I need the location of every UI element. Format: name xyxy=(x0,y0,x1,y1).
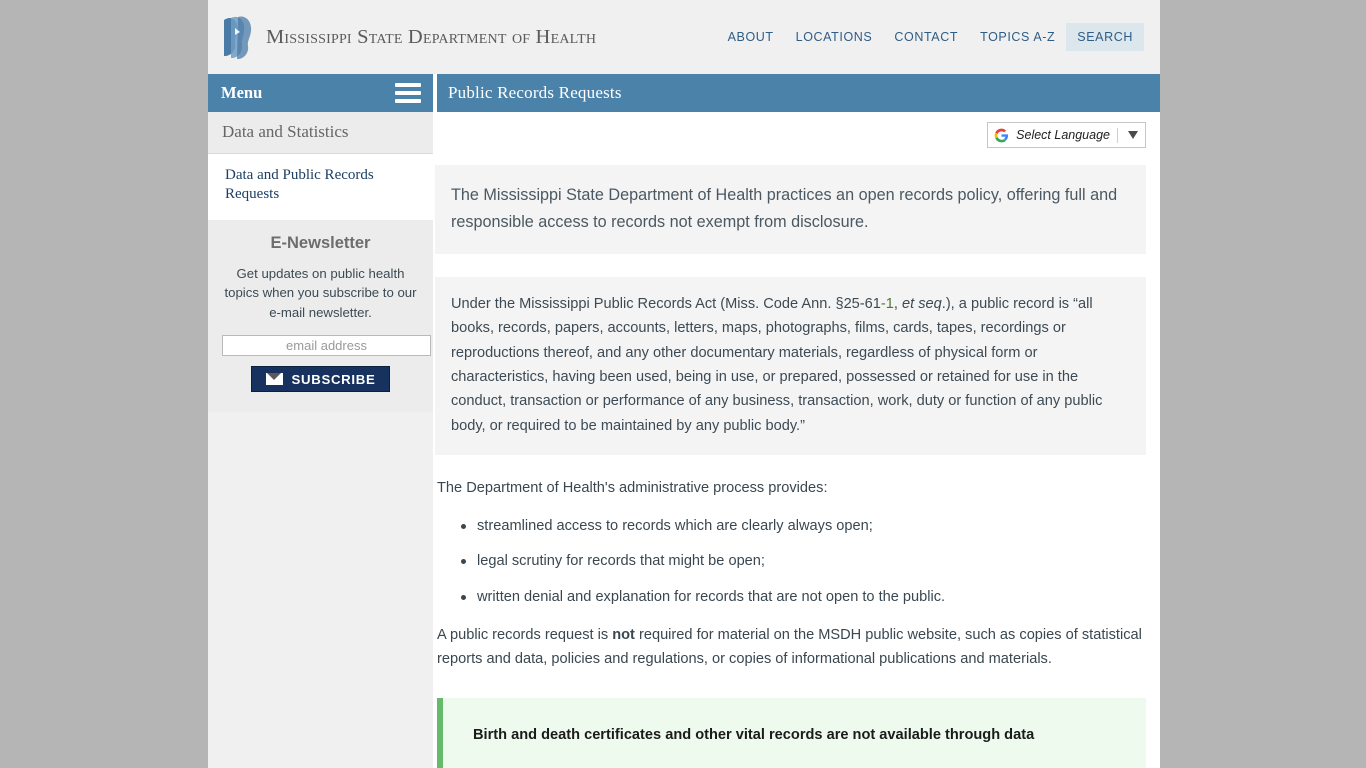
list-item: streamlined access to records which are … xyxy=(461,515,1146,538)
site-header: Mississippi State Department of Health A… xyxy=(208,0,1160,74)
sidebar: Menu Data and Statistics Data and Public… xyxy=(208,74,433,768)
page-container: Mississippi State Department of Health A… xyxy=(208,0,1160,768)
newsletter-heading: E-Newsletter xyxy=(270,233,371,252)
sidebar-link-list: Data and Public Records Requests xyxy=(208,154,433,220)
callout-text: Birth and death certificates and other v… xyxy=(473,726,1035,743)
top-navigation: ABOUT LOCATIONS CONTACT TOPICS A-Z SEARC… xyxy=(717,23,1144,51)
list-item: legal scrutiny for records that might be… xyxy=(461,550,1146,573)
statute-code-link[interactable]: -1 xyxy=(881,296,894,312)
nav-item-about[interactable]: ABOUT xyxy=(717,23,785,51)
nav-item-contact[interactable]: CONTACT xyxy=(883,23,969,51)
page-title: Public Records Requests xyxy=(448,83,622,102)
sidebar-section-data-and-statistics: Data and Statistics xyxy=(208,112,433,154)
subscribe-button-label: SUBSCRIBE xyxy=(291,371,376,387)
statute-text-before-link: Under the Mississippi Public Records Act… xyxy=(451,295,881,312)
statute-text-after-link: .), a public record is “all books, recor… xyxy=(451,295,1103,434)
statute-comma: , xyxy=(893,295,902,312)
notice-paragraph: A public records request is not required… xyxy=(435,624,1146,671)
envelope-icon xyxy=(265,373,283,386)
translate-separator xyxy=(1117,127,1118,143)
statute-blockquote: Under the Mississippi Public Records Act… xyxy=(435,276,1146,455)
site-title: Mississippi State Department of Health xyxy=(266,25,597,48)
google-translate-widget[interactable]: Select Language xyxy=(987,122,1146,148)
sidebar-menu-label: Menu xyxy=(221,83,263,102)
site-logo[interactable]: Mississippi State Department of Health xyxy=(222,14,596,60)
notice-bold-not: not xyxy=(612,627,635,644)
subscribe-button[interactable]: SUBSCRIBE xyxy=(250,366,391,393)
newsletter-signup: E-Newsletter Get updates on public healt… xyxy=(208,219,433,413)
msdh-profiles-logo-icon xyxy=(224,16,252,59)
article-content: The Mississippi State Department of Heal… xyxy=(433,148,1160,768)
lead-paragraph: The Mississippi State Department of Heal… xyxy=(435,165,1146,254)
statute-et-seq: et seq xyxy=(902,295,942,312)
google-g-icon xyxy=(994,128,1009,142)
notice-part-1: A public records request is xyxy=(437,627,613,644)
translate-label: Select Language xyxy=(1016,128,1110,142)
page-banner: Public Records Requests xyxy=(437,74,1160,112)
body-row: Menu Data and Statistics Data and Public… xyxy=(208,74,1160,768)
list-item: written denial and explanation for recor… xyxy=(461,586,1146,609)
vital-records-callout: Birth and death certificates and other v… xyxy=(437,697,1146,768)
nav-item-search[interactable]: SEARCH xyxy=(1066,23,1144,51)
sidebar-menu-bar[interactable]: Menu xyxy=(208,74,433,112)
nav-item-locations[interactable]: LOCATIONS xyxy=(785,23,884,51)
process-intro: The Department of Health's administrativ… xyxy=(437,479,828,496)
sidebar-section-title: Data and Statistics xyxy=(222,122,349,141)
hamburger-icon[interactable] xyxy=(395,83,421,103)
sidebar-item-data-and-public-records-requests[interactable]: Data and Public Records Requests xyxy=(225,166,417,204)
newsletter-description: Get updates on public health topics when… xyxy=(224,265,417,320)
email-field[interactable] xyxy=(222,335,431,357)
translate-row: Select Language xyxy=(433,112,1160,148)
nav-item-topics-a-z[interactable]: TOPICS A-Z xyxy=(969,23,1066,51)
process-list: streamlined access to records which are … xyxy=(435,515,1146,609)
chevron-down-icon[interactable] xyxy=(1128,131,1138,139)
main-content: Public Records Requests Select Language xyxy=(433,74,1160,768)
